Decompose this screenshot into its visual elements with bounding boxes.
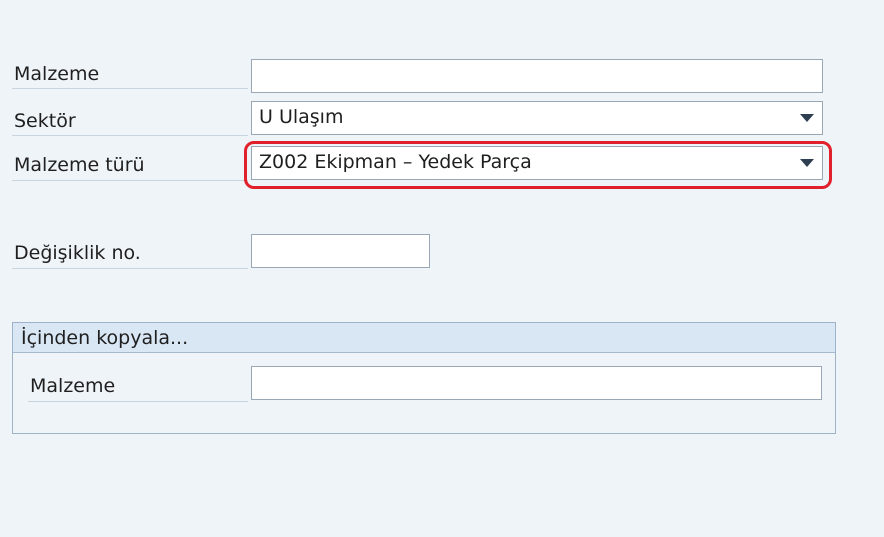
sektor-selected-value: U Ulaşım (259, 106, 344, 128)
malzeme-label-underline (12, 88, 248, 89)
degisiklik-no-label: Değişiklik no. (14, 242, 141, 264)
degisiklik-no-field[interactable] (251, 234, 430, 268)
malzeme-input[interactable] (252, 60, 822, 92)
copy-from-malzeme-label: Malzeme (30, 375, 116, 397)
malzeme-turu-label-underline (12, 180, 248, 181)
sektor-label-underline (12, 135, 248, 136)
sektor-select[interactable]: U Ulaşım (251, 101, 823, 135)
degisiklik-no-input[interactable] (252, 235, 429, 267)
malzeme-turu-label: Malzeme türü (14, 154, 145, 176)
copy-from-title: İçinden kopyala... (13, 323, 835, 353)
malzeme-turu-selected-value: Z002 Ekipman – Yedek Parça (259, 151, 532, 173)
degisiklik-no-label-underline (12, 268, 248, 269)
copy-from-malzeme-field[interactable] (251, 366, 822, 400)
copy-from-malzeme-input[interactable] (252, 367, 821, 399)
malzeme-label: Malzeme (14, 63, 100, 85)
malzeme-field[interactable] (251, 59, 823, 93)
malzeme-turu-select[interactable]: Z002 Ekipman – Yedek Parça (251, 146, 823, 180)
chevron-down-icon[interactable] (800, 159, 814, 167)
sektor-label: Sektör (14, 110, 76, 132)
chevron-down-icon[interactable] (800, 114, 814, 122)
copy-from-malzeme-label-underline (28, 401, 248, 402)
